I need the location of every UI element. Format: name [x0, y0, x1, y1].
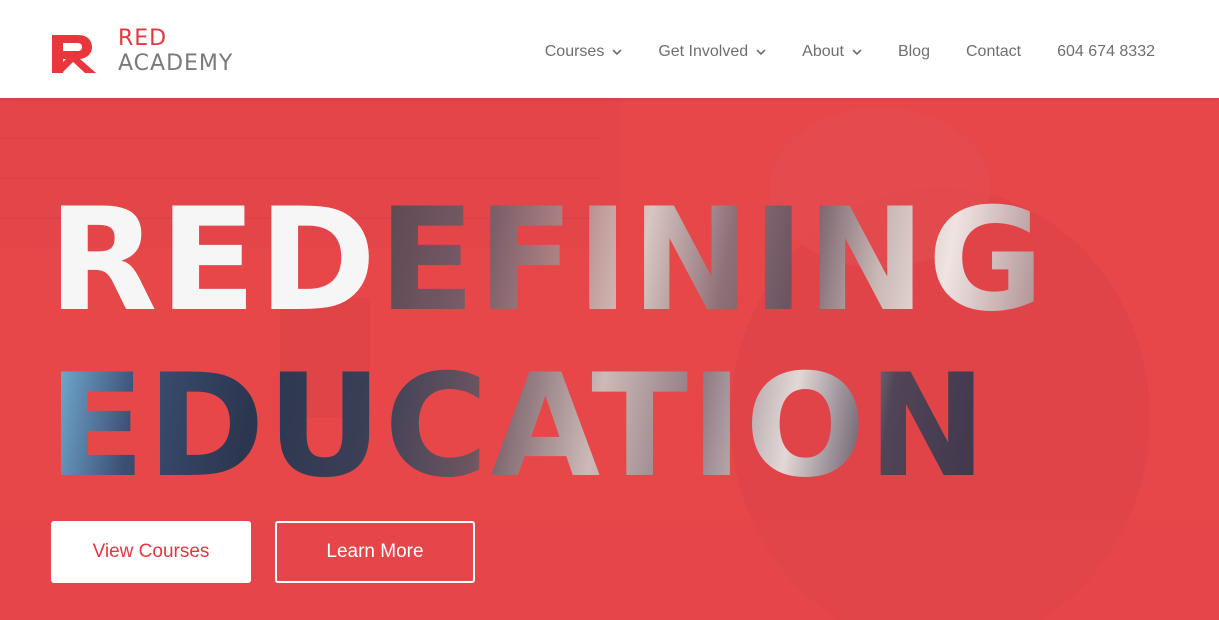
chevron-down-icon [852, 48, 862, 56]
nav-item-phone[interactable]: 604 674 8332 [1057, 43, 1155, 61]
logo-text-red: RED [118, 25, 168, 51]
nav-item-blog[interactable]: Blog [898, 43, 930, 61]
nav-label: Blog [897, 43, 930, 60]
logo-text-academy: ACADEMY [118, 50, 234, 76]
view-courses-button[interactable]: View Courses [51, 521, 251, 583]
headline-red-text: RED [48, 178, 379, 343]
phone-number: 604 674 8332 [1057, 43, 1155, 60]
nav-item-courses[interactable]: Courses [545, 43, 623, 61]
learn-more-button[interactable]: Learn More [275, 521, 475, 583]
nav-label: About [802, 43, 844, 60]
headline-efining-text: EFINING [378, 178, 1047, 343]
headline-education-text: EDUCATION [48, 344, 989, 509]
hero-section: REDEFINING EDUCATION View Courses Learn … [0, 98, 1219, 620]
red-academy-logo[interactable]: RED ACADEMY [50, 26, 233, 76]
nav-label: Courses [544, 43, 605, 60]
chevron-down-icon [612, 48, 622, 56]
logo-wordmark: RED ACADEMY [118, 25, 234, 76]
hero-headline-line-2: EDUCATION [48, 356, 989, 498]
main-nav: Courses Get Involved About Blog Contact … [545, 0, 1155, 104]
nav-item-about[interactable]: About [802, 43, 862, 61]
nav-label: Get Involved [658, 43, 749, 60]
hero-headline-line-1: REDEFINING [48, 190, 1046, 332]
nav-item-get-involved[interactable]: Get Involved [658, 43, 766, 61]
red-academy-logo-icon [52, 35, 96, 73]
chevron-down-icon [756, 48, 766, 56]
site-header: RED ACADEMY Courses Get Involved About B… [0, 0, 1219, 98]
nav-label: Contact [965, 43, 1022, 60]
nav-item-contact[interactable]: Contact [966, 43, 1021, 61]
